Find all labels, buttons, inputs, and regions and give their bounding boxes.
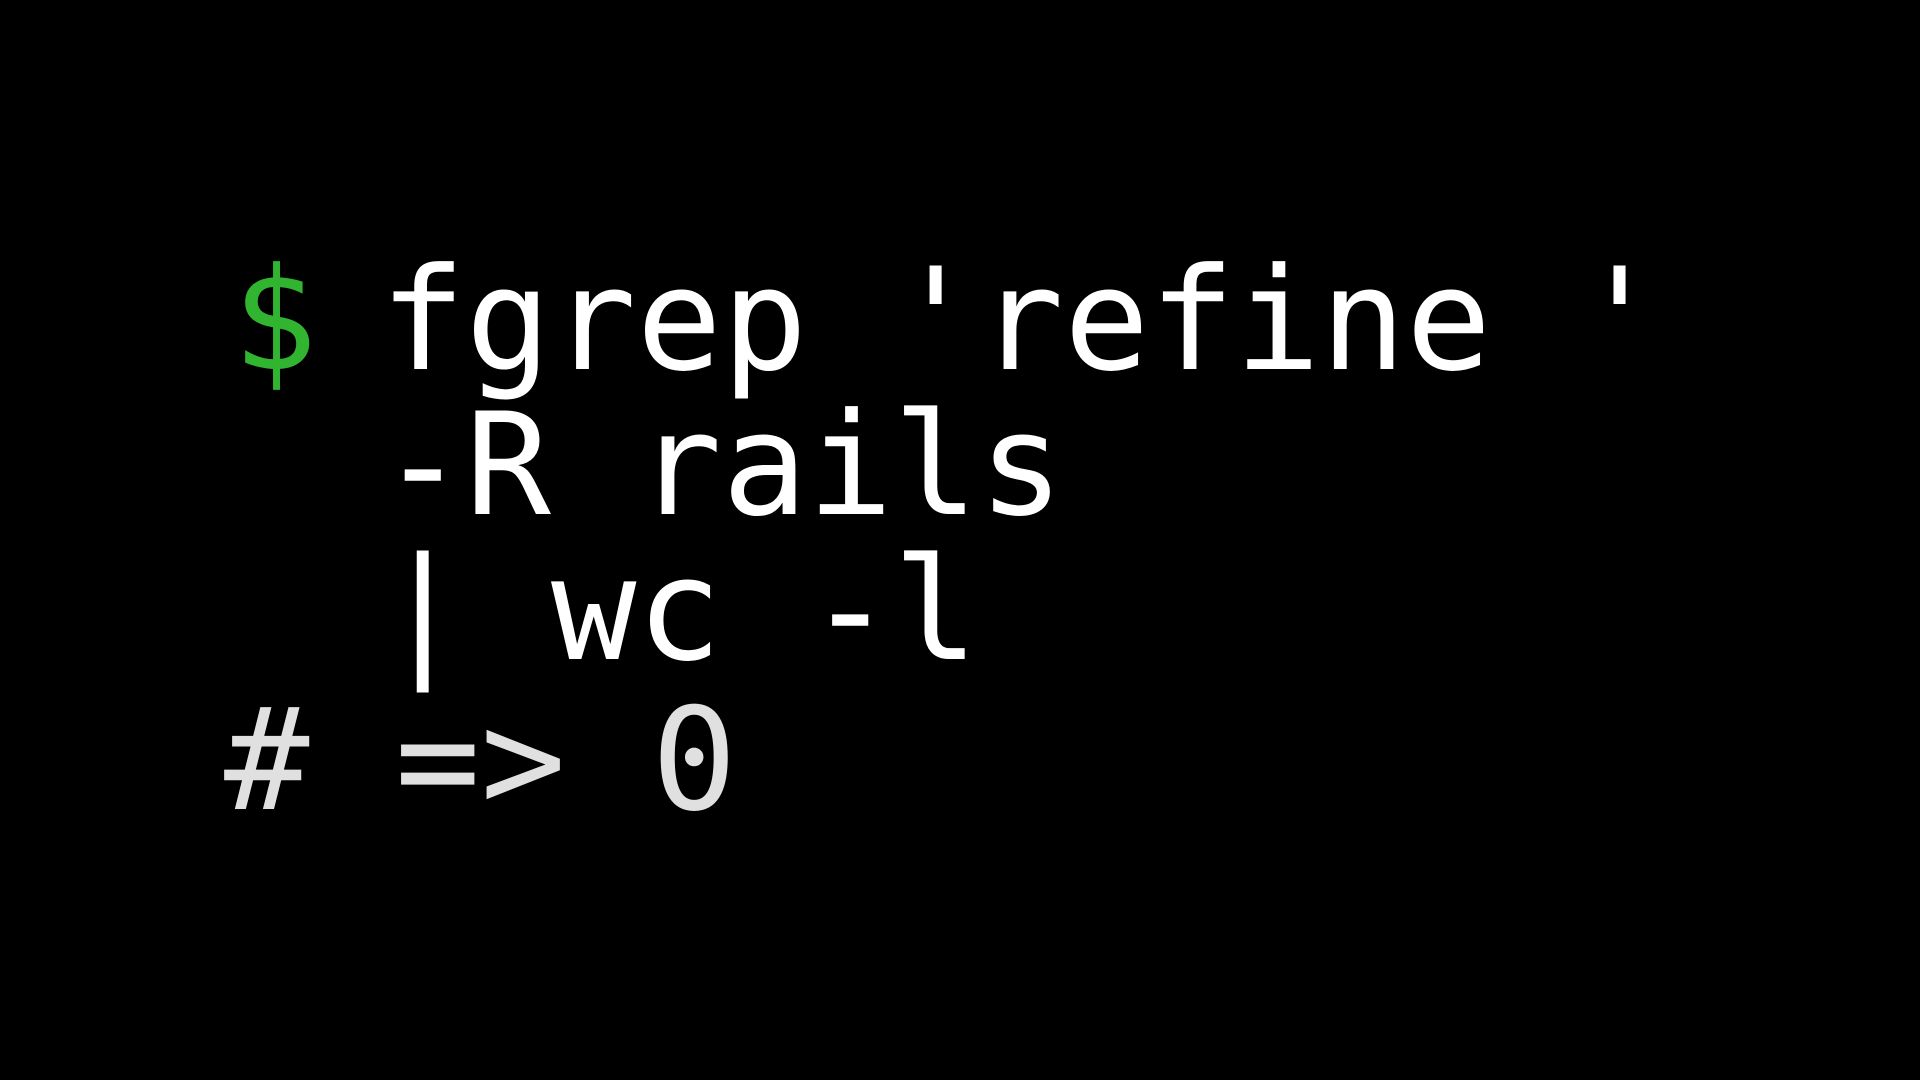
output-line: # => 0 xyxy=(0,690,737,1080)
command-text-1: fgrep 'refine ' xyxy=(380,238,1663,403)
prompt-symbol: $ xyxy=(232,238,318,403)
command-text-2: -R rails xyxy=(380,383,1064,548)
output-text: # => 0 xyxy=(224,678,737,843)
command-text-3: | wc -l xyxy=(380,528,979,693)
terminal-window: $ fgrep 'refine ' -R rails | wc -l # => … xyxy=(0,0,1920,1080)
